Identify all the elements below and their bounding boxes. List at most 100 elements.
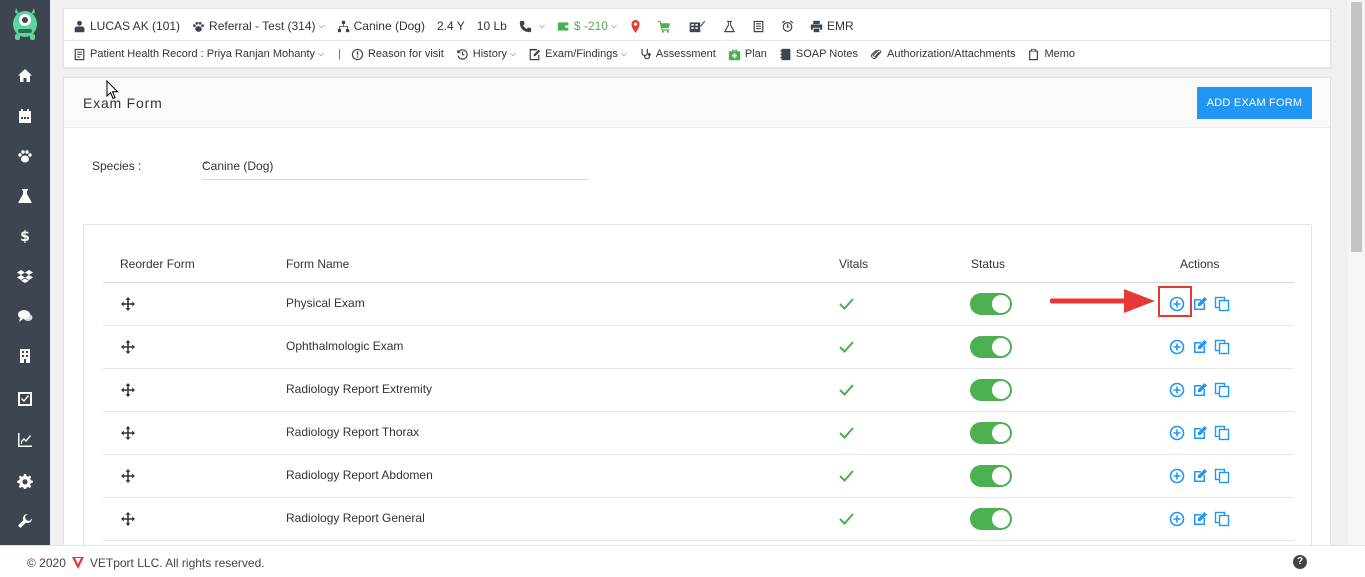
form-name: Ophthalmologic Exam	[286, 339, 404, 353]
balance-dropdown[interactable]: $ -210 ⌵	[557, 19, 617, 33]
checkbox-icon[interactable]	[15, 389, 35, 409]
status-toggle[interactable]	[970, 465, 1012, 487]
page-title: Exam Form	[83, 95, 163, 111]
copy-icon[interactable]	[1214, 296, 1230, 312]
calendar-icon[interactable]	[15, 106, 35, 126]
location-icon[interactable]	[629, 19, 646, 33]
plan-link[interactable]: Plan	[728, 48, 767, 61]
edit-icon[interactable]	[1192, 339, 1208, 355]
add-circle-icon[interactable]	[1169, 468, 1185, 484]
add-exam-form-button[interactable]: ADD EXAM FORM	[1197, 87, 1312, 119]
edit-icon[interactable]	[1192, 425, 1208, 441]
paperclip-icon	[871, 49, 882, 59]
header-reorder-form: Reorder Form	[120, 257, 195, 271]
building-icon[interactable]	[15, 346, 35, 366]
check-icon	[839, 427, 854, 439]
move-handle-icon[interactable]	[121, 426, 135, 440]
file-edit-icon	[529, 48, 541, 60]
add-circle-icon[interactable]	[1169, 511, 1185, 527]
header-form-name: Form Name	[286, 257, 350, 271]
home-icon[interactable]	[15, 66, 35, 86]
edit-icon[interactable]	[1192, 296, 1208, 312]
emr-print-button[interactable]: EMR	[810, 19, 854, 33]
status-toggle[interactable]	[970, 379, 1012, 401]
patient-name[interactable]: LUCAS AK (101)	[73, 19, 180, 33]
edit-icon[interactable]	[1192, 511, 1208, 527]
check-icon	[839, 341, 854, 353]
status-toggle[interactable]	[970, 336, 1012, 358]
check-icon	[839, 384, 854, 396]
form-name: Radiology Report Thorax	[286, 425, 420, 439]
notebook-icon	[780, 48, 791, 60]
status-toggle[interactable]	[970, 508, 1012, 530]
move-handle-icon[interactable]	[121, 383, 135, 397]
copy-icon[interactable]	[1214, 425, 1230, 441]
table-row: Radiology Report General	[103, 498, 1294, 541]
printer-icon	[810, 20, 823, 32]
help-icon[interactable]: ?	[1293, 555, 1307, 569]
assessment-link[interactable]: Assessment	[639, 48, 716, 61]
chart-icon[interactable]	[15, 430, 35, 450]
add-circle-icon[interactable]	[1169, 382, 1185, 398]
exclamation-circle-icon	[351, 48, 364, 60]
add-circle-icon[interactable]	[1169, 339, 1185, 355]
lab-flask-icon[interactable]	[723, 20, 740, 33]
reason-for-visit-link[interactable]: Reason for visit	[351, 48, 444, 61]
invoice-icon[interactable]	[752, 20, 769, 33]
chevron-down-icon: ⌵	[610, 21, 618, 30]
user-icon	[74, 20, 85, 32]
exam-findings-dropdown[interactable]: Exam/Findings ⌵	[528, 48, 627, 61]
vetport-small-logo-icon	[71, 557, 84, 569]
wrench-icon[interactable]	[15, 511, 35, 531]
edit-icon[interactable]	[1192, 468, 1208, 484]
copy-icon[interactable]	[1214, 382, 1230, 398]
move-handle-icon[interactable]	[121, 340, 135, 354]
move-handle-icon[interactable]	[121, 297, 135, 311]
history-dropdown[interactable]: History ⌵	[456, 48, 516, 61]
lab-flask-icon[interactable]	[15, 186, 35, 206]
alarm-clock-icon[interactable]	[781, 19, 798, 33]
wallet-icon	[557, 21, 570, 31]
calculator-icon[interactable]	[687, 20, 711, 33]
status-toggle[interactable]	[970, 293, 1012, 315]
phone-dropdown[interactable]: ⌵	[519, 20, 545, 33]
health-record-dropdown[interactable]: Patient Health Record : Priya Ranjan Moh…	[73, 48, 324, 61]
authorization-attachments-link[interactable]: Authorization/Attachments	[870, 48, 1015, 61]
gear-icon[interactable]	[15, 471, 35, 491]
chevron-down-icon: ⌄	[202, 156, 211, 167]
scrollbar-thumb[interactable]	[1351, 2, 1362, 252]
status-toggle[interactable]	[970, 422, 1012, 444]
chat-icon[interactable]	[15, 306, 35, 326]
document-icon	[74, 48, 85, 60]
edit-icon[interactable]	[1192, 382, 1208, 398]
medkit-icon	[728, 49, 741, 60]
header-vitals: Vitals	[839, 257, 869, 271]
dropbox-icon[interactable]	[15, 266, 35, 286]
page-scrollbar[interactable]	[1348, 0, 1365, 545]
paw-icon[interactable]	[15, 146, 35, 166]
add-circle-icon[interactable]	[1169, 425, 1185, 441]
header-actions: Actions	[1180, 257, 1220, 271]
chevron-down-icon: ⌵	[318, 49, 325, 58]
check-icon	[839, 298, 854, 310]
copy-icon[interactable]	[1214, 468, 1230, 484]
move-handle-icon[interactable]	[121, 469, 135, 483]
referral-dropdown[interactable]: Referral - Test (314) ⌵	[192, 19, 325, 33]
sitemap-icon	[337, 20, 349, 32]
age-info: 2.4 Y	[436, 19, 465, 33]
soap-notes-link[interactable]: SOAP Notes	[779, 48, 858, 61]
copy-icon[interactable]	[1214, 339, 1230, 355]
species-select[interactable]: Canine (Dog) ⌄	[202, 150, 588, 180]
footer-text: © 2020 VETport LLC. All rights reserved.	[27, 556, 265, 570]
cart-icon[interactable]	[658, 20, 675, 33]
copy-icon[interactable]	[1214, 511, 1230, 527]
memo-link[interactable]: Memo	[1027, 48, 1075, 61]
vetport-logo-icon[interactable]	[9, 4, 41, 42]
table-row: Radiology Report Extremity	[103, 369, 1294, 412]
move-handle-icon[interactable]	[121, 512, 135, 526]
highlight-box	[1158, 286, 1192, 317]
phone-icon	[519, 20, 532, 32]
form-name: Radiology Report Abdomen	[286, 468, 433, 482]
dollar-icon[interactable]: $	[15, 226, 35, 246]
sidebar: $	[0, 0, 50, 545]
